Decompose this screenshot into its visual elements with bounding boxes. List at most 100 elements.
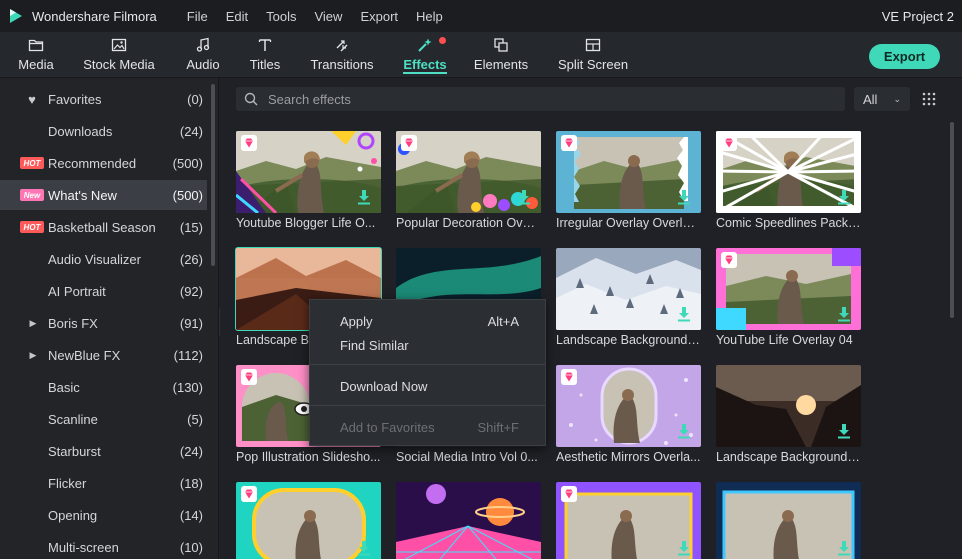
new-badge: New <box>20 189 44 201</box>
download-arrow-icon[interactable] <box>677 423 691 439</box>
sidebar-item-multi-screen[interactable]: Multi-screen (10) <box>0 532 207 559</box>
download-arrow-icon[interactable] <box>677 306 691 322</box>
app-title: Wondershare Filmora <box>32 8 157 24</box>
menu-view[interactable]: View <box>314 9 342 24</box>
export-button[interactable]: Export <box>869 44 940 69</box>
menu-file[interactable]: File <box>187 9 208 24</box>
sidebar-item-label: Audio Visualizer <box>48 251 141 267</box>
tab-elements[interactable]: Elements <box>474 32 528 78</box>
sidebar-item-starburst[interactable]: Starburst (24) <box>0 436 207 466</box>
effect-thumbnail[interactable] <box>716 365 861 447</box>
menu-edit[interactable]: Edit <box>226 9 248 24</box>
tab-media-label: Media <box>18 57 54 72</box>
download-arrow-icon[interactable] <box>677 540 691 556</box>
effect-card[interactable]: Landscape Backgrounds... <box>716 365 861 464</box>
sidebar-item-basic[interactable]: Basic (130) <box>0 372 207 402</box>
download-arrow-icon[interactable] <box>837 306 851 322</box>
effect-thumbnail[interactable] <box>556 131 701 213</box>
effect-thumbnail[interactable] <box>396 482 541 559</box>
sidebar-item-favorites[interactable]: ♥ Favorites (0) <box>0 84 207 114</box>
context-menu-apply[interactable]: Apply <box>340 314 373 329</box>
tab-audio[interactable]: Audio <box>186 32 220 78</box>
context-menu-add-to-favorites: Add to Favorites <box>340 420 435 435</box>
menu-tools[interactable]: Tools <box>266 9 296 24</box>
effect-title: Irregular Overlay Overlay... <box>556 216 701 230</box>
expand-caret-icon[interactable]: ▶ <box>28 317 38 329</box>
effect-card[interactable]: Comic Speedlines Pack ... <box>716 131 861 230</box>
sidebar-item-flicker[interactable]: Flicker (18) <box>0 468 207 498</box>
context-menu: Apply Alt+A Find Similar Download Now Ad… <box>309 299 546 446</box>
tab-titles[interactable]: Titles <box>249 32 281 78</box>
search-input[interactable] <box>268 91 828 107</box>
effect-thumbnail[interactable] <box>236 131 381 213</box>
effect-title: Youtube Blogger Life O... <box>236 216 376 230</box>
tab-split-screen[interactable]: Split Screen <box>558 32 628 78</box>
effect-card[interactable]: Youtube Blogger Life O... <box>236 131 381 230</box>
effect-thumbnail[interactable] <box>716 248 861 330</box>
sidebar-item-ai-portrait[interactable]: AI Portrait (92) <box>0 276 207 306</box>
effects-scrollbar[interactable] <box>950 122 954 318</box>
download-arrow-icon[interactable] <box>837 423 851 439</box>
menu-help[interactable]: Help <box>416 9 443 24</box>
effect-thumbnail[interactable] <box>396 131 541 213</box>
download-arrow-icon[interactable] <box>357 189 371 205</box>
effect-card[interactable] <box>556 482 701 559</box>
effect-thumbnail[interactable] <box>556 365 701 447</box>
sidebar-item-label: NewBlue FX <box>48 347 121 363</box>
effect-card[interactable]: Landscape Backgrounds... <box>556 248 701 347</box>
sidebar-item-newblue-fx[interactable]: ▶ NewBlue FX (112) <box>0 340 207 370</box>
download-arrow-icon[interactable] <box>837 540 851 556</box>
effects-category-sidebar: ♥ Favorites (0) Downloads (24) HOT Recommended… <box>0 78 219 559</box>
tab-effects[interactable]: Effects <box>403 32 447 78</box>
download-arrow-icon[interactable] <box>837 189 851 205</box>
filter-dropdown[interactable]: All ⌄ <box>854 87 910 111</box>
effect-thumbnail[interactable] <box>556 248 701 330</box>
sidebar-item-basketball-season[interactable]: HOT Basketball Season (15) <box>0 212 207 242</box>
premium-gem-icon <box>241 135 257 151</box>
download-arrow-icon[interactable] <box>677 189 691 205</box>
sidebar-item-count: (500) <box>172 187 203 203</box>
sidebar-item-what-s-new[interactable]: New What's New (500) <box>0 180 207 210</box>
effect-thumbnail[interactable] <box>556 482 701 559</box>
sidebar-item-label: Basic <box>48 379 80 395</box>
download-arrow-icon[interactable] <box>517 189 531 205</box>
tab-stock-media[interactable]: Stock Media <box>83 32 155 78</box>
filmora-logo-icon <box>10 9 22 23</box>
effects-wand-icon <box>418 38 432 52</box>
download-arrow-icon[interactable] <box>357 540 371 556</box>
context-menu-download-now[interactable]: Download Now <box>340 379 427 394</box>
sidebar-item-boris-fx[interactable]: ▶ Boris FX (91) <box>0 308 207 338</box>
sidebar-item-scanline[interactable]: Scanline (5) <box>0 404 207 434</box>
effect-card[interactable]: Aesthetic Mirrors Overla... <box>556 365 701 464</box>
effect-thumbnail[interactable] <box>716 482 861 559</box>
search-icon <box>244 92 258 106</box>
menu-export[interactable]: Export <box>360 9 398 24</box>
effect-thumbnail[interactable] <box>236 482 381 559</box>
sidebar-item-count: (5) <box>187 411 203 427</box>
tab-media[interactable]: Media <box>16 32 56 78</box>
effect-card[interactable]: YouTube Life Overlay 04 <box>716 248 861 347</box>
sidebar-scrollbar[interactable] <box>211 84 215 266</box>
sidebar-item-audio-visualizer[interactable]: Audio Visualizer (26) <box>0 244 207 274</box>
effect-card[interactable] <box>396 482 541 559</box>
tab-transitions[interactable]: Transitions <box>310 32 374 78</box>
sidebar-item-label: Boris FX <box>48 315 98 331</box>
effect-card[interactable] <box>236 482 381 559</box>
elements-icon <box>494 38 508 52</box>
sidebar-item-count: (130) <box>172 379 203 395</box>
sidebar-item-downloads[interactable]: Downloads (24) <box>0 116 207 146</box>
sidebar-item-recommended[interactable]: HOT Recommended (500) <box>0 148 207 178</box>
expand-caret-icon[interactable]: ▶ <box>28 349 38 361</box>
grid-view-icon[interactable] <box>922 92 936 106</box>
effect-card[interactable]: Irregular Overlay Overlay... <box>556 131 701 230</box>
hot-badge: HOT <box>20 221 44 233</box>
effect-card[interactable]: Popular Decoration Over... <box>396 131 541 230</box>
context-menu-find-similar[interactable]: Find Similar <box>340 338 409 353</box>
split-screen-icon <box>585 38 601 52</box>
effect-thumbnail[interactable] <box>716 131 861 213</box>
sidebar-item-label: What's New <box>48 187 117 203</box>
sidebar-item-opening[interactable]: Opening (14) <box>0 500 207 530</box>
sidebar-item-count: (10) <box>179 539 203 555</box>
effect-card[interactable] <box>716 482 861 559</box>
tab-effects-label: Effects <box>403 57 447 72</box>
